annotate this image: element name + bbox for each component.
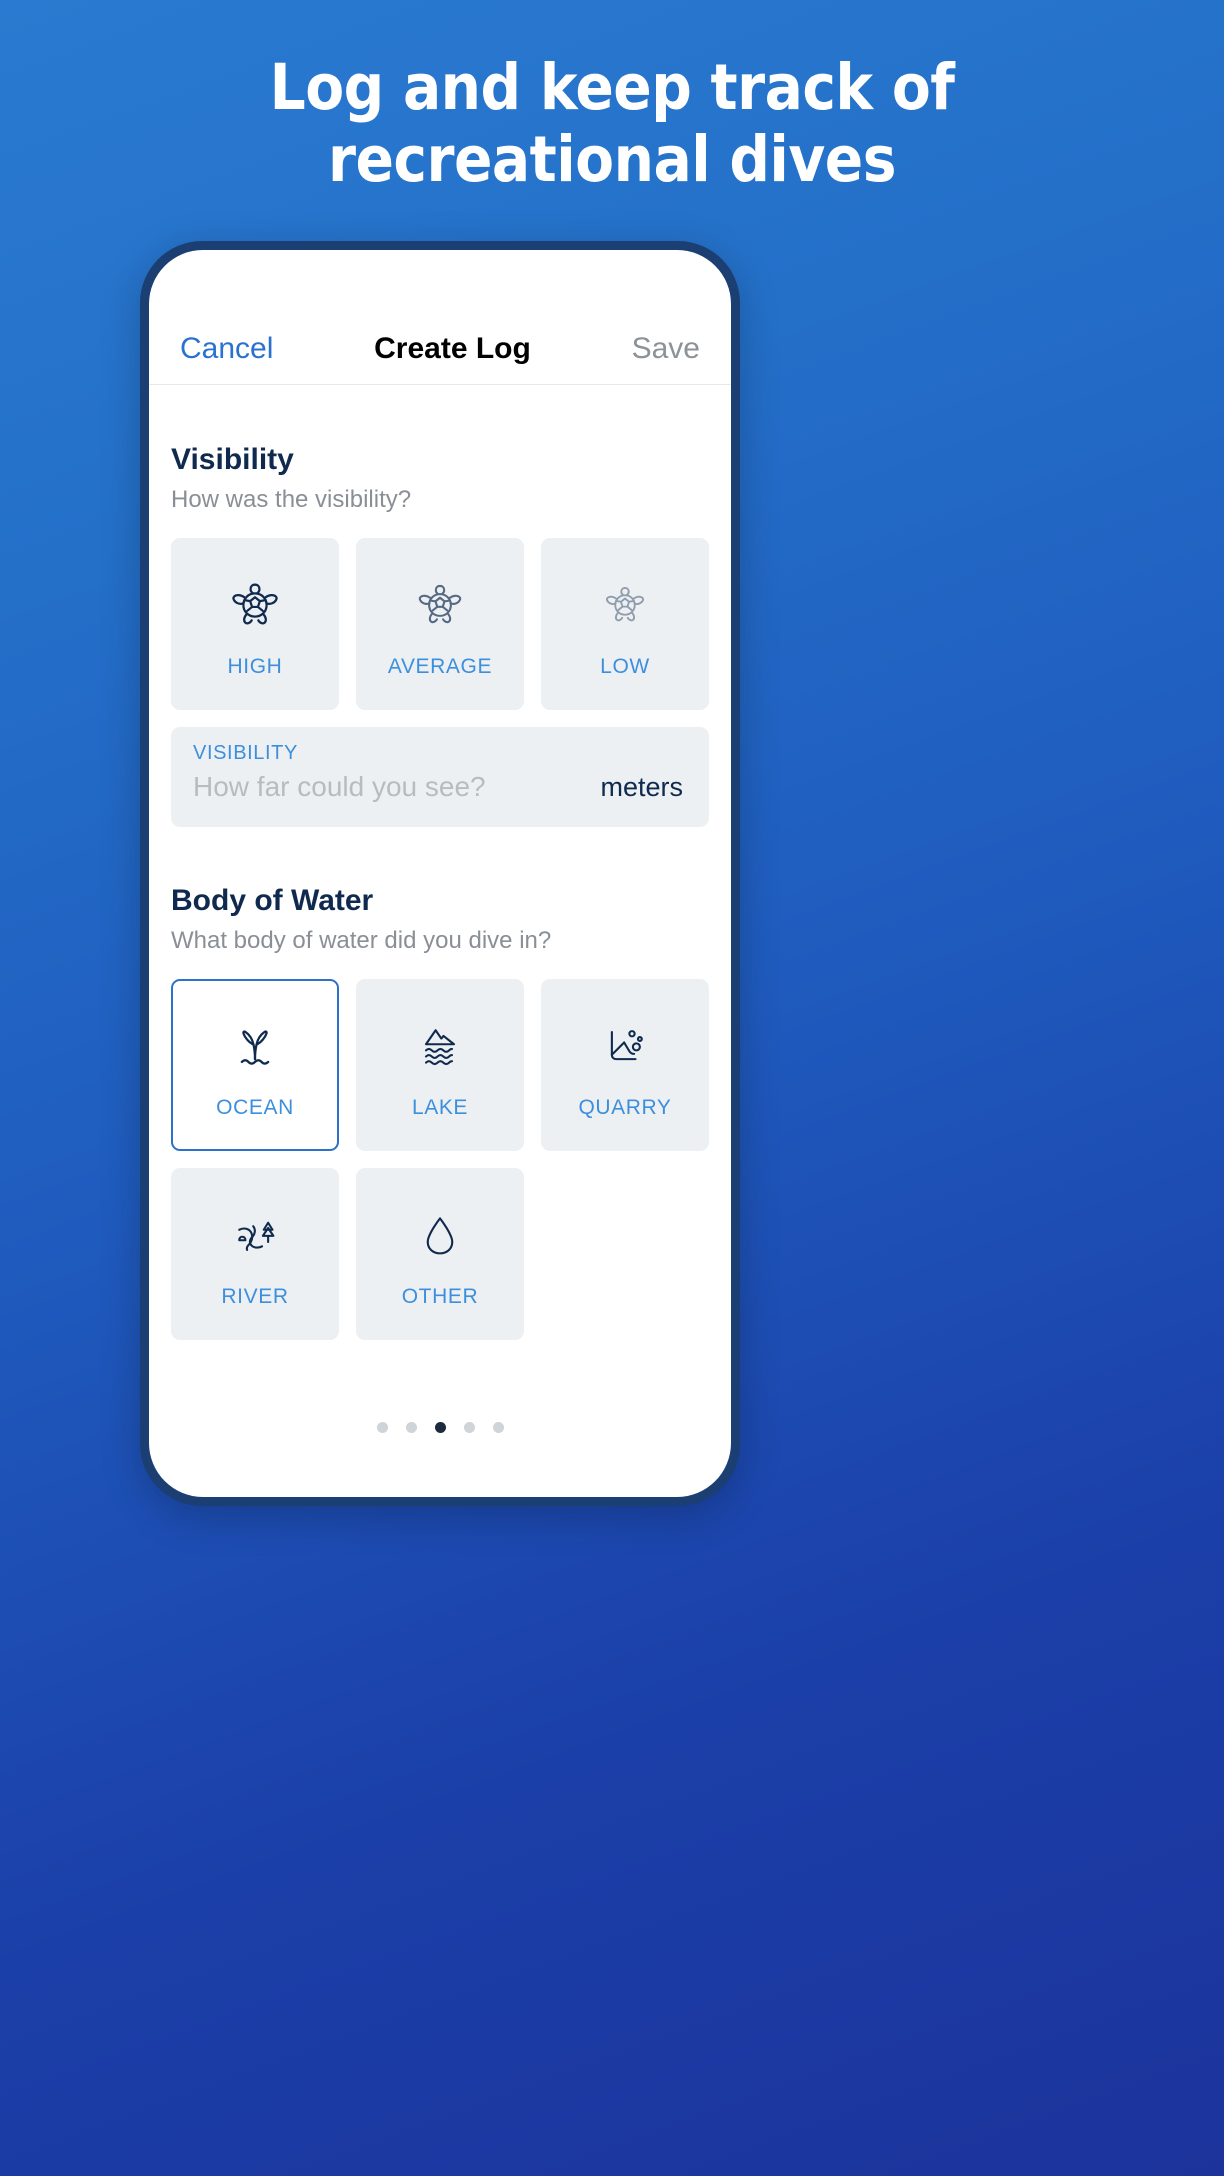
turtle-icon	[411, 569, 469, 641]
page-dot[interactable]	[463, 1422, 475, 1433]
body-of-water-option-label: QUARRY	[578, 1096, 672, 1119]
visibility-section-title: Visibility	[171, 443, 294, 476]
page-headline: Log and keep track of recreational dives	[0, 52, 1224, 196]
turtle-icon	[599, 569, 651, 641]
visibility-field-label: VISIBILITY	[193, 742, 298, 764]
page-dot[interactable]	[405, 1422, 417, 1433]
body-of-water-option-label: LAKE	[411, 1096, 469, 1119]
visibility-input[interactable]: How far could you see?	[193, 771, 486, 803]
visibility-option-label: HIGH	[227, 655, 283, 678]
body-of-water-option-other[interactable]: OTHER	[356, 1168, 524, 1340]
body-of-water-option-label: OCEAN	[216, 1096, 294, 1119]
body-of-water-section-subtitle: What body of water did you dive in?	[171, 927, 552, 954]
page-title: Create Log	[374, 332, 531, 365]
page-dot[interactable]	[376, 1422, 388, 1433]
headline-line-2: recreational dives	[328, 122, 896, 196]
body-of-water-option-label: RIVER	[221, 1285, 289, 1308]
navigation-bar: Cancel Create Log Save	[149, 314, 731, 385]
visibility-unit-label: meters	[600, 772, 683, 802]
whale-tail-icon	[225, 1010, 285, 1082]
body-of-water-option-river[interactable]: RIVER	[171, 1168, 339, 1340]
water-drop-icon	[412, 1199, 468, 1271]
form-scroll-area: Visibility How was the visibility? HIGH …	[149, 386, 731, 1497]
visibility-section-subtitle: How was the visibility?	[171, 486, 412, 513]
visibility-option-label: AVERAGE	[387, 655, 493, 678]
cancel-button[interactable]: Cancel	[180, 332, 273, 366]
body-of-water-section-title: Body of Water	[171, 884, 374, 917]
headline-line-1: Log and keep track of	[269, 51, 955, 124]
body-of-water-option-grid: OCEAN LAKE QUARRY RIVER OTHER	[171, 979, 709, 1340]
body-of-water-option-quarry[interactable]: QUARRY	[541, 979, 709, 1151]
body-of-water-option-lake[interactable]: LAKE	[356, 979, 524, 1151]
river-tree-icon	[227, 1199, 283, 1271]
quarry-icon	[597, 1010, 653, 1082]
page-dot-active[interactable]	[434, 1422, 446, 1433]
visibility-field-row: How far could you see? meters	[193, 771, 683, 803]
body-of-water-option-ocean[interactable]: OCEAN	[171, 979, 339, 1151]
visibility-option-grid: HIGH AVERAGE LOW	[171, 538, 709, 710]
page-dot[interactable]	[492, 1422, 504, 1433]
mountain-lake-icon	[412, 1010, 468, 1082]
visibility-distance-field[interactable]: VISIBILITY How far could you see? meters	[171, 727, 709, 827]
visibility-option-average[interactable]: AVERAGE	[356, 538, 524, 710]
phone-mockup-frame: Cancel Create Log Save Visibility How wa…	[140, 241, 740, 1506]
page-indicator	[149, 1422, 731, 1433]
phone-screen: Cancel Create Log Save Visibility How wa…	[149, 250, 731, 1497]
visibility-option-label: LOW	[600, 655, 650, 678]
save-button[interactable]: Save	[632, 332, 700, 366]
visibility-option-low[interactable]: LOW	[541, 538, 709, 710]
body-of-water-option-label: OTHER	[401, 1285, 479, 1308]
turtle-icon	[224, 569, 286, 641]
visibility-option-high[interactable]: HIGH	[171, 538, 339, 710]
